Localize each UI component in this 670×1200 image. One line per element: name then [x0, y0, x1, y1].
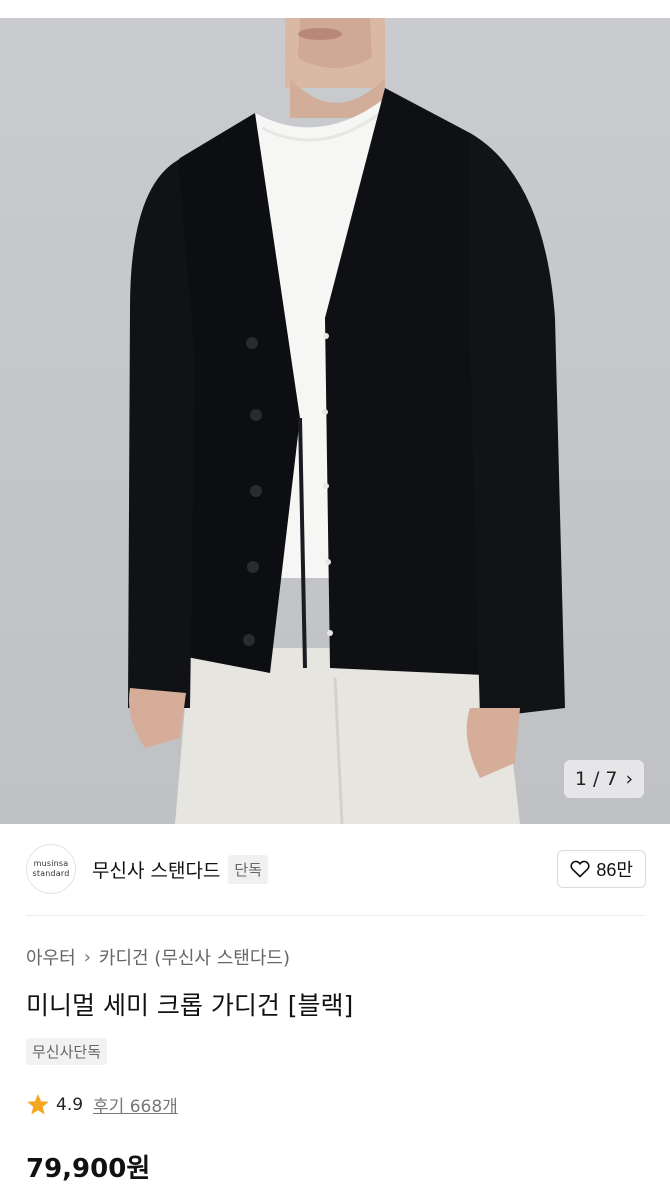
reviews-link[interactable]: 후기 668개 — [93, 1092, 178, 1117]
brand-name-link[interactable]: 무신사 스탠다드 — [92, 856, 220, 883]
price: 79,900원 — [26, 1154, 151, 1184]
brand-logo-line2: standard — [32, 869, 70, 878]
product-title: 미니멀 세미 크롭 가디건 [블랙] — [26, 991, 354, 1020]
exclusive-badge: 단독 — [228, 854, 269, 884]
star-icon — [27, 1094, 49, 1115]
like-button[interactable]: 86만 — [557, 850, 646, 888]
chevron-right-icon: › — [625, 767, 634, 790]
rating-row: 4.9 후기 668개 — [26, 1092, 178, 1117]
brand-logo[interactable]: musinsa standard — [26, 844, 76, 894]
divider — [26, 915, 644, 916]
exclusive-tag: 무신사단독 — [26, 1038, 108, 1065]
brand-row: musinsa standard 무신사 스탠다드 단독 86만 — [26, 844, 646, 894]
breadcrumb-cardigan[interactable]: 카디건 (무신사 스탠다드) — [99, 944, 290, 970]
model-photo — [128, 18, 565, 824]
image-counter[interactable]: 1 / 7 › — [564, 760, 644, 798]
like-count: 86만 — [596, 860, 633, 880]
heart-outline-icon — [570, 860, 591, 878]
brand-logo-line1: musinsa — [33, 859, 69, 868]
chevron-right-icon: › — [83, 946, 91, 968]
breadcrumb: 아우터 › 카디건 (무신사 스탠다드) — [26, 944, 290, 970]
image-counter-text: 1 / 7 — [574, 768, 618, 790]
rating-value: 4.9 — [56, 1094, 84, 1115]
breadcrumb-outer[interactable]: 아우터 — [26, 944, 76, 970]
product-image[interactable]: 1 / 7 › — [0, 18, 670, 824]
